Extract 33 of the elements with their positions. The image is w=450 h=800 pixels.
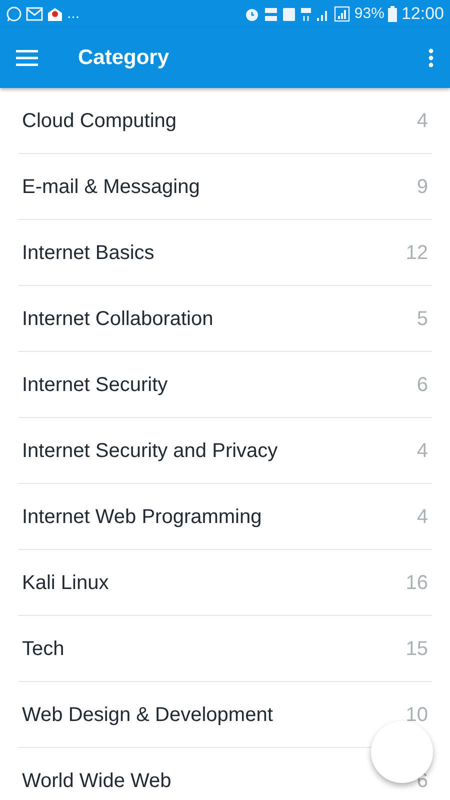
category-count: 16 — [406, 570, 428, 596]
category-name[interactable]: World Wide Web — [22, 766, 172, 796]
app-title: Category — [78, 45, 170, 72]
battery-percentage: 93% — [354, 4, 384, 24]
clock: 12:00 — [401, 3, 444, 26]
category-count: 15 — [406, 636, 428, 662]
category-count: 4 — [416, 108, 428, 134]
alarm-icon — [244, 6, 260, 22]
category-count: 4 — [416, 504, 428, 530]
category-name[interactable]: Cloud Computing — [22, 106, 177, 136]
category-name[interactable]: Tech — [22, 634, 64, 664]
signal-icon — [334, 6, 350, 22]
more-options-icon[interactable] — [428, 48, 434, 68]
category-count: 9 — [416, 174, 428, 200]
category-name[interactable]: Web Design & Development — [22, 700, 273, 730]
category-name[interactable]: Internet Basics — [22, 238, 154, 268]
envelope-icon — [47, 6, 63, 22]
mail-icon — [26, 7, 43, 21]
category-count: 6 — [416, 372, 428, 398]
battery-icon — [388, 6, 398, 22]
category-name[interactable]: Internet Collaboration — [22, 304, 214, 334]
menu-icon[interactable] — [16, 50, 38, 66]
category-count: 5 — [416, 306, 428, 332]
category-count: 10 — [406, 702, 428, 728]
notification-overflow: ... — [67, 4, 80, 24]
category-name[interactable]: Internet Web Programming — [22, 502, 262, 532]
category-name[interactable]: E-mail & Messaging — [22, 172, 200, 202]
category-name[interactable]: Kali Linux — [22, 568, 109, 598]
category-count: 4 — [416, 438, 428, 464]
category-count: 12 — [406, 240, 428, 266]
category-name[interactable]: Internet Security — [22, 370, 168, 400]
chat-icon — [6, 6, 22, 22]
category-name[interactable]: Internet Security and Privacy — [22, 436, 278, 466]
